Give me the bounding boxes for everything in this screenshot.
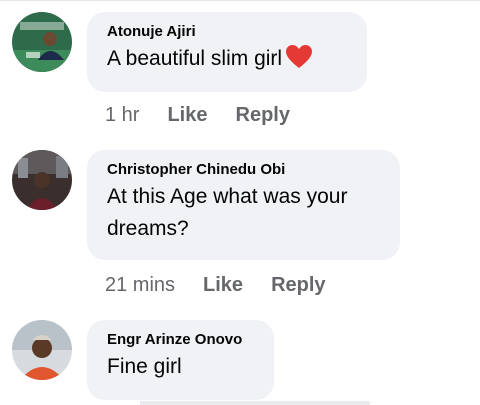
comment-text: dreams? xyxy=(107,217,189,240)
comment-author[interactable]: Christopher Chinedu Obi xyxy=(107,161,384,179)
divider xyxy=(140,401,370,405)
heart-emoji-icon xyxy=(286,45,313,68)
like-button[interactable]: Like xyxy=(203,274,243,296)
reply-button[interactable]: Reply xyxy=(271,274,325,296)
comment-timestamp[interactable]: 21 mins xyxy=(105,274,175,296)
avatar[interactable] xyxy=(12,320,72,380)
comment-text: Fine girl xyxy=(107,355,182,378)
comment-author[interactable]: Atonuje Ajiri xyxy=(107,23,351,41)
divider xyxy=(0,0,480,1)
comment-actions: 1 hr Like Reply xyxy=(105,104,290,127)
comment-text: A beautiful slim girl xyxy=(107,43,351,75)
comment-text: At this Age what was your xyxy=(107,185,348,208)
avatar[interactable] xyxy=(12,150,72,210)
comment-author[interactable]: Engr Arinze Onovo xyxy=(107,331,258,349)
comment-bubble: Atonuje Ajiri A beautiful slim girl xyxy=(87,12,367,92)
comment-bubble: Christopher Chinedu Obi At this Age what… xyxy=(87,150,400,260)
comment-bubble: Engr Arinze Onovo Fine girl xyxy=(87,320,274,400)
reply-button[interactable]: Reply xyxy=(236,104,290,126)
like-button[interactable]: Like xyxy=(167,104,207,126)
comment-actions: 21 mins Like Reply xyxy=(105,274,326,297)
comment-timestamp[interactable]: 1 hr xyxy=(105,104,139,126)
avatar[interactable] xyxy=(12,12,72,72)
